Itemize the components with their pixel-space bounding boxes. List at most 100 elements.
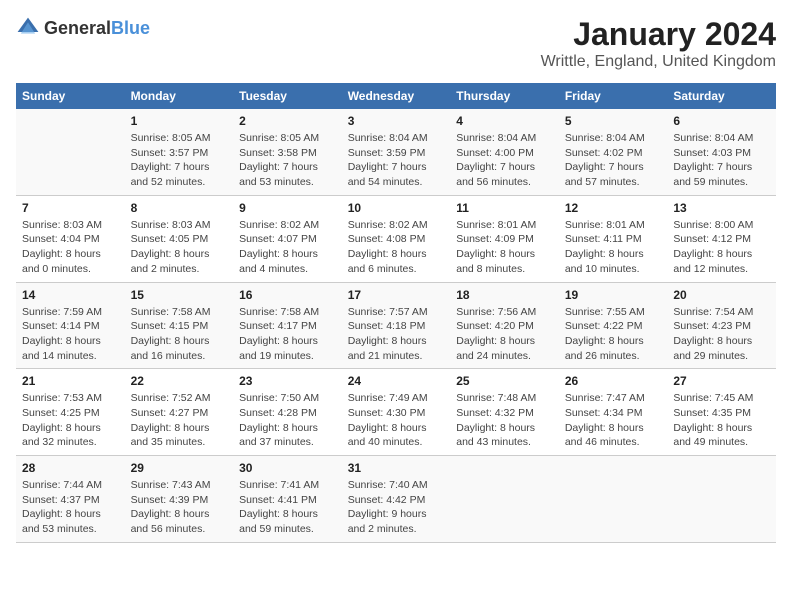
day-number: 20 (673, 288, 770, 302)
day-info: Sunrise: 7:59 AMSunset: 4:14 PMDaylight:… (22, 305, 119, 364)
day-header: Wednesday (342, 83, 451, 109)
day-number: 12 (565, 201, 662, 215)
calendar-cell: 17Sunrise: 7:57 AMSunset: 4:18 PMDayligh… (342, 282, 451, 369)
logo: GeneralBlue (16, 16, 150, 40)
calendar-week-row: 14 Sunrise: 7:59 AMSunset: 4:14 PMDayligh… (16, 282, 776, 369)
day-number: 17 (348, 288, 445, 302)
day-number: 9 (239, 201, 336, 215)
calendar-week-row: 28 Sunrise: 7:44 AMSunset: 4:37 PMDayligh… (16, 456, 776, 543)
day-info: Sunrise: 8:04 AMSunset: 4:03 PMDaylight:… (673, 131, 770, 190)
calendar-cell (667, 456, 776, 543)
calendar-table: SundayMondayTuesdayWednesdayThursdayFrid… (16, 83, 776, 543)
logo-icon (16, 16, 40, 40)
calendar-cell: 19Sunrise: 7:55 AMSunset: 4:22 PMDayligh… (559, 282, 668, 369)
day-info: Sunrise: 7:40 AMSunset: 4:42 PMDaylight:… (348, 478, 445, 537)
calendar-cell: 31 Sunrise: 7:40 AMSunset: 4:42 PMDayligh… (342, 456, 451, 543)
day-info: Sunrise: 8:04 AMSunset: 4:02 PMDaylight:… (565, 131, 662, 190)
day-info: Sunrise: 7:49 AMSunset: 4:30 PMDaylight:… (348, 391, 445, 450)
calendar-cell: 3 Sunrise: 8:04 AMSunset: 3:59 PMDaylight… (342, 109, 451, 195)
calendar-cell (450, 456, 559, 543)
calendar-cell: 26 Sunrise: 7:47 AMSunset: 4:34 PMDayligh… (559, 369, 668, 456)
day-number: 5 (565, 114, 662, 128)
calendar-week-row: 21 Sunrise: 7:53 AMSunset: 4:25 PMDayligh… (16, 369, 776, 456)
day-info: Sunrise: 7:52 AMSunset: 4:27 PMDaylight:… (131, 391, 228, 450)
day-info: Sunrise: 7:58 AMSunset: 4:17 PMDaylight:… (239, 305, 336, 364)
day-number: 31 (348, 461, 445, 475)
day-number: 27 (673, 374, 770, 388)
calendar-cell: 5 Sunrise: 8:04 AMSunset: 4:02 PMDaylight… (559, 109, 668, 195)
day-number: 10 (348, 201, 445, 215)
calendar-cell (559, 456, 668, 543)
day-number: 25 (456, 374, 553, 388)
day-number: 29 (131, 461, 228, 475)
day-info: Sunrise: 7:54 AMSunset: 4:23 PMDaylight:… (673, 305, 770, 364)
day-header: Saturday (667, 83, 776, 109)
day-number: 14 (22, 288, 119, 302)
main-title: January 2024 (541, 16, 776, 53)
calendar-cell: 12 Sunrise: 8:01 AMSunset: 4:11 PMDayligh… (559, 195, 668, 282)
day-number: 30 (239, 461, 336, 475)
day-number: 15 (131, 288, 228, 302)
day-info: Sunrise: 7:48 AMSunset: 4:32 PMDaylight:… (456, 391, 553, 450)
calendar-week-row: 7 Sunrise: 8:03 AMSunset: 4:04 PMDaylight… (16, 195, 776, 282)
day-number: 28 (22, 461, 119, 475)
calendar-cell: 24 Sunrise: 7:49 AMSunset: 4:30 PMDayligh… (342, 369, 451, 456)
calendar-week-row: 1 Sunrise: 8:05 AMSunset: 3:57 PMDaylight… (16, 109, 776, 195)
calendar-header-row: SundayMondayTuesdayWednesdayThursdayFrid… (16, 83, 776, 109)
calendar-cell: 6Sunrise: 8:04 AMSunset: 4:03 PMDaylight… (667, 109, 776, 195)
calendar-cell: 21 Sunrise: 7:53 AMSunset: 4:25 PMDayligh… (16, 369, 125, 456)
day-number: 7 (22, 201, 119, 215)
day-info: Sunrise: 8:01 AMSunset: 4:11 PMDaylight:… (565, 218, 662, 277)
calendar-cell: 14 Sunrise: 7:59 AMSunset: 4:14 PMDayligh… (16, 282, 125, 369)
day-info: Sunrise: 8:05 AMSunset: 3:57 PMDaylight:… (131, 131, 228, 190)
calendar-cell (16, 109, 125, 195)
day-header: Friday (559, 83, 668, 109)
day-number: 13 (673, 201, 770, 215)
day-number: 24 (348, 374, 445, 388)
calendar-cell: 29 Sunrise: 7:43 AMSunset: 4:39 PMDayligh… (125, 456, 234, 543)
day-info: Sunrise: 8:04 AMSunset: 4:00 PMDaylight:… (456, 131, 553, 190)
day-number: 11 (456, 201, 553, 215)
calendar-cell: 4 Sunrise: 8:04 AMSunset: 4:00 PMDaylight… (450, 109, 559, 195)
day-info: Sunrise: 8:02 AMSunset: 4:08 PMDaylight:… (348, 218, 445, 277)
calendar-cell: 16Sunrise: 7:58 AMSunset: 4:17 PMDayligh… (233, 282, 342, 369)
calendar-cell: 13Sunrise: 8:00 AMSunset: 4:12 PMDayligh… (667, 195, 776, 282)
day-info: Sunrise: 7:41 AMSunset: 4:41 PMDaylight:… (239, 478, 336, 537)
day-info: Sunrise: 8:03 AMSunset: 4:05 PMDaylight:… (131, 218, 228, 277)
day-info: Sunrise: 7:58 AMSunset: 4:15 PMDaylight:… (131, 305, 228, 364)
calendar-cell: 11 Sunrise: 8:01 AMSunset: 4:09 PMDayligh… (450, 195, 559, 282)
calendar-cell: 20 Sunrise: 7:54 AMSunset: 4:23 PMDayligh… (667, 282, 776, 369)
day-info: Sunrise: 8:05 AMSunset: 3:58 PMDaylight:… (239, 131, 336, 190)
day-number: 3 (348, 114, 445, 128)
day-number: 18 (456, 288, 553, 302)
day-header: Tuesday (233, 83, 342, 109)
day-header: Sunday (16, 83, 125, 109)
calendar-cell: 9Sunrise: 8:02 AMSunset: 4:07 PMDaylight… (233, 195, 342, 282)
calendar-cell: 22 Sunrise: 7:52 AMSunset: 4:27 PMDayligh… (125, 369, 234, 456)
day-info: Sunrise: 7:56 AMSunset: 4:20 PMDaylight:… (456, 305, 553, 364)
calendar-cell: 15 Sunrise: 7:58 AMSunset: 4:15 PMDayligh… (125, 282, 234, 369)
day-info: Sunrise: 7:47 AMSunset: 4:34 PMDaylight:… (565, 391, 662, 450)
calendar-cell: 7 Sunrise: 8:03 AMSunset: 4:04 PMDaylight… (16, 195, 125, 282)
day-info: Sunrise: 7:53 AMSunset: 4:25 PMDaylight:… (22, 391, 119, 450)
day-number: 22 (131, 374, 228, 388)
day-number: 4 (456, 114, 553, 128)
day-number: 2 (239, 114, 336, 128)
day-info: Sunrise: 7:45 AMSunset: 4:35 PMDaylight:… (673, 391, 770, 450)
day-number: 21 (22, 374, 119, 388)
day-number: 1 (131, 114, 228, 128)
day-info: Sunrise: 8:01 AMSunset: 4:09 PMDaylight:… (456, 218, 553, 277)
calendar-cell: 10 Sunrise: 8:02 AMSunset: 4:08 PMDayligh… (342, 195, 451, 282)
subtitle: Writtle, England, United Kingdom (541, 53, 776, 71)
day-header: Thursday (450, 83, 559, 109)
day-info: Sunrise: 8:04 AMSunset: 3:59 PMDaylight:… (348, 131, 445, 190)
title-area: January 2024 Writtle, England, United Ki… (541, 16, 776, 71)
day-number: 8 (131, 201, 228, 215)
day-number: 26 (565, 374, 662, 388)
day-number: 19 (565, 288, 662, 302)
calendar-cell: 23Sunrise: 7:50 AMSunset: 4:28 PMDayligh… (233, 369, 342, 456)
day-info: Sunrise: 7:43 AMSunset: 4:39 PMDaylight:… (131, 478, 228, 537)
day-info: Sunrise: 8:03 AMSunset: 4:04 PMDaylight:… (22, 218, 119, 277)
header: GeneralBlue January 2024 Writtle, Englan… (16, 16, 776, 71)
day-info: Sunrise: 7:44 AMSunset: 4:37 PMDaylight:… (22, 478, 119, 537)
